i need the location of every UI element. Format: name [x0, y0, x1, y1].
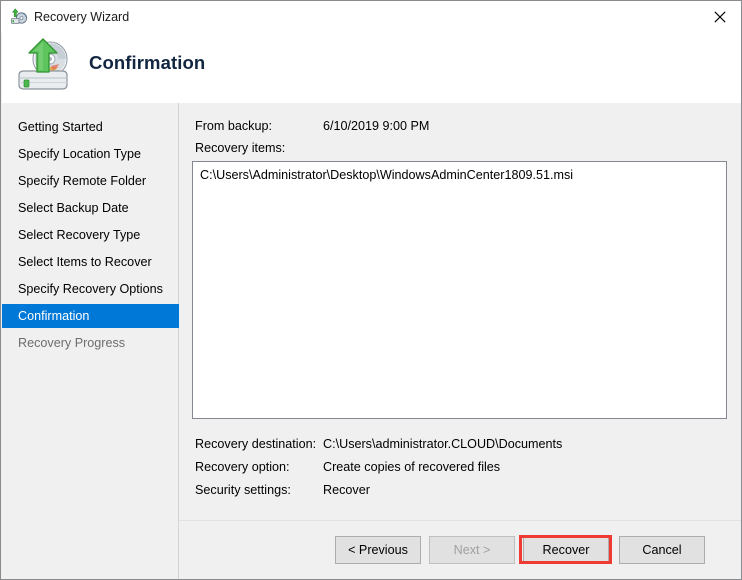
recovery-option-value: Create copies of recovered files: [323, 460, 500, 474]
recovery-destination-row: Recovery destination: C:\Users\administr…: [179, 437, 742, 460]
sidebar-item-label: Specify Remote Folder: [18, 174, 146, 188]
sidebar-item-select-backup-date[interactable]: Select Backup Date: [2, 196, 178, 220]
sidebar-item-label: Confirmation: [18, 309, 89, 323]
from-backup-value: 6/10/2019 9:00 PM: [323, 119, 429, 133]
recover-button[interactable]: Recover: [523, 536, 609, 564]
close-icon[interactable]: [697, 1, 742, 32]
recovery-destination-label: Recovery destination:: [195, 437, 316, 451]
recovery-option-row: Recovery option: Create copies of recove…: [179, 460, 742, 483]
sidebar-item-confirmation[interactable]: Confirmation: [2, 304, 194, 328]
sidebar-item-label: Select Recovery Type: [18, 228, 140, 242]
sidebar-item-specify-location-type[interactable]: Specify Location Type: [2, 142, 178, 166]
wizard-footer: < Previous Next > Recover Cancel: [179, 520, 742, 580]
previous-button[interactable]: < Previous: [335, 536, 421, 564]
recovery-wizard-window: Recovery Wizard: [0, 0, 742, 580]
recovery-summary: Recovery destination: C:\Users\administr…: [179, 437, 742, 506]
recovery-wizard-icon: [10, 8, 28, 26]
from-backup-label: From backup:: [195, 119, 272, 133]
sidebar-item-label: Specify Recovery Options: [18, 282, 163, 296]
wizard-steps-sidebar: Getting Started Specify Location Type Sp…: [2, 103, 179, 580]
cancel-button[interactable]: Cancel: [619, 536, 705, 564]
sidebar-item-label: Select Items to Recover: [18, 255, 152, 269]
security-settings-value: Recover: [323, 483, 370, 497]
security-settings-label: Security settings:: [195, 483, 291, 497]
from-backup-row: From backup: 6/10/2019 9:00 PM: [179, 119, 742, 136]
security-settings-row: Security settings: Recover: [179, 483, 742, 506]
sidebar-item-specify-recovery-options[interactable]: Specify Recovery Options: [2, 277, 178, 301]
list-item[interactable]: C:\Users\Administrator\Desktop\WindowsAd…: [193, 162, 726, 182]
window-title: Recovery Wizard: [34, 8, 129, 26]
sidebar-item-label: Getting Started: [18, 120, 103, 134]
sidebar-item-select-recovery-type[interactable]: Select Recovery Type: [2, 223, 178, 247]
sidebar-item-recovery-progress: Recovery Progress: [2, 331, 178, 355]
page-title: Confirmation: [89, 52, 205, 74]
sidebar-item-label: Recovery Progress: [18, 336, 125, 350]
next-button: Next >: [429, 536, 515, 564]
recovery-destination-value: C:\Users\administrator.CLOUD\Documents: [323, 437, 562, 451]
sidebar-item-select-items-to-recover[interactable]: Select Items to Recover: [2, 250, 178, 274]
recovery-items-label: Recovery items:: [195, 141, 285, 155]
confirmation-content: From backup: 6/10/2019 9:00 PM Recovery …: [179, 103, 742, 520]
recovery-items-listbox[interactable]: C:\Users\Administrator\Desktop\WindowsAd…: [192, 161, 727, 419]
sidebar-item-specify-remote-folder[interactable]: Specify Remote Folder: [2, 169, 178, 193]
page-banner: Confirmation: [2, 33, 742, 103]
sidebar-item-label: Select Backup Date: [18, 201, 129, 215]
sidebar-item-label: Specify Location Type: [18, 147, 141, 161]
title-bar: Recovery Wizard: [1, 1, 742, 33]
recovery-option-label: Recovery option:: [195, 460, 290, 474]
sidebar-item-getting-started[interactable]: Getting Started: [2, 115, 178, 139]
backup-disk-restore-icon: [13, 37, 79, 95]
